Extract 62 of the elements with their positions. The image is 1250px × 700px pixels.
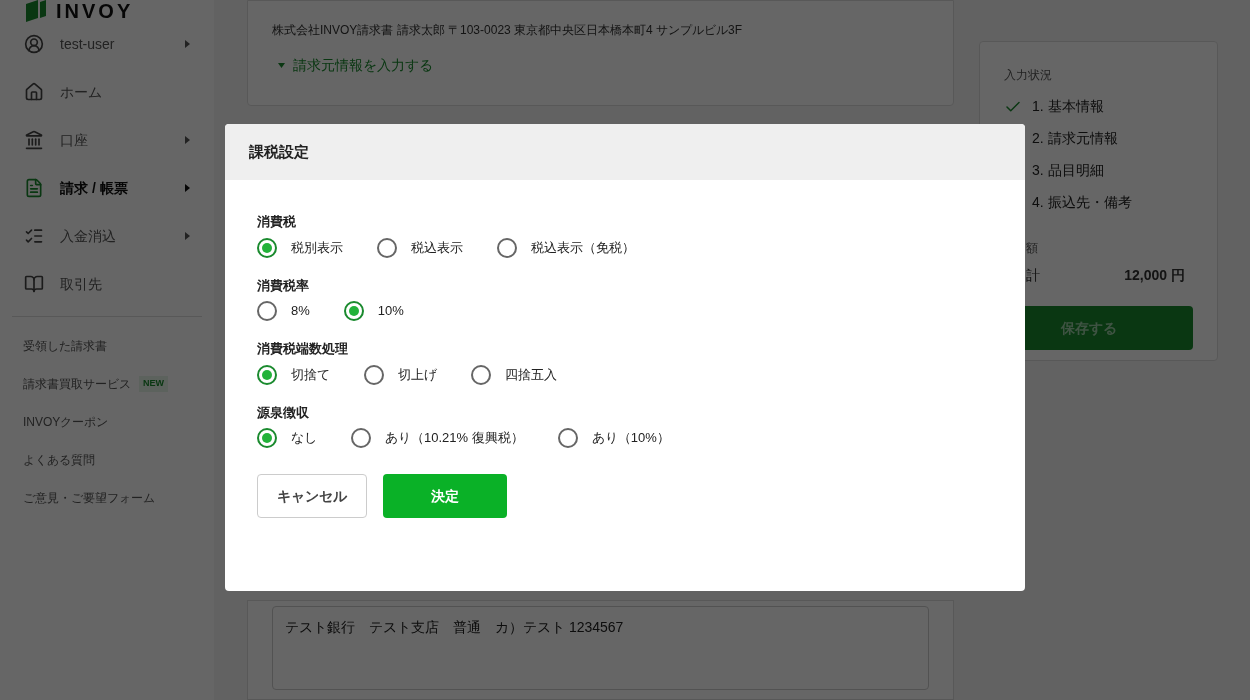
group-label: 消費税端数処理 <box>257 340 349 358</box>
notebook-icon <box>24 274 44 294</box>
new-badge: NEW <box>139 376 168 392</box>
step-label: 4. 振込先・備考 <box>1032 193 1132 212</box>
dialog-title: 課税設定 <box>249 141 309 162</box>
caret-icon <box>185 136 190 144</box>
issuer-text: 株式会社INVOY請求書 請求太郎 〒103-0023 東京都中央区日本橋本町4 サンプルビル3F <box>272 22 744 39</box>
logo-icon <box>24 0 48 22</box>
radio-button[interactable] <box>497 237 517 258</box>
caret-icon <box>185 184 190 192</box>
home-icon <box>24 82 44 102</box>
group-label: 消費税 <box>257 213 297 231</box>
document-icon <box>24 178 44 198</box>
radio-button[interactable] <box>257 428 277 448</box>
radio-label: 税込表示（免税） <box>531 238 635 257</box>
sidebar-link[interactable]: INVOYクーポン <box>23 413 109 431</box>
radio-button[interactable] <box>364 364 384 385</box>
checklist-icon <box>24 226 44 246</box>
sidebar-item[interactable]: 取引先 <box>12 260 202 308</box>
sidebar-link[interactable]: よくある質問 <box>23 451 95 469</box>
panel-title: 入力状況 <box>1004 67 1053 84</box>
total-amount: 12,000 円 <box>1124 266 1185 285</box>
radio-label: 切上げ <box>398 365 437 384</box>
sidebar-item[interactable]: test-user <box>12 20 202 68</box>
expand-link[interactable]: 請求元情報を入力する <box>278 55 433 76</box>
radio-button[interactable] <box>257 301 277 321</box>
user-icon <box>24 34 44 54</box>
caret-icon <box>278 63 285 68</box>
radio-label: 8% <box>291 302 310 321</box>
radio-button[interactable] <box>351 428 371 448</box>
radio-label: 税込表示 <box>411 238 463 257</box>
sidebar-item[interactable]: 請求 / 帳票 <box>12 164 202 212</box>
radio-label: なし <box>291 429 317 448</box>
radio-label: 10% <box>377 302 404 321</box>
cancel-button[interactable]: キャンセル <box>257 474 367 518</box>
radio-label: 切捨て <box>291 365 330 384</box>
step-label: 3. 品目明細 <box>1032 161 1104 180</box>
radio-label: 税別表示 <box>291 238 343 257</box>
radio-label: 四捨五入 <box>505 365 557 384</box>
radio-button[interactable] <box>257 237 277 258</box>
logo-text: INVOY <box>56 1 134 21</box>
step-label: 1. 基本情報 <box>1032 97 1104 116</box>
group-label: 源泉徴収 <box>257 403 310 422</box>
radio-button[interactable] <box>343 301 364 321</box>
total-heading: 額 <box>1026 240 1039 257</box>
sidebar-item[interactable]: 入金消込 <box>12 212 202 260</box>
caret-icon <box>185 40 190 48</box>
group-label: 消費税率 <box>257 276 310 295</box>
total-label: 計 <box>1026 266 1040 285</box>
radio-button[interactable] <box>471 364 491 385</box>
bank-icon <box>24 130 44 150</box>
radio-button[interactable] <box>377 237 397 258</box>
account-field[interactable]: テスト銀行 テスト支店 普通 カ）テスト 1234567 <box>272 606 929 690</box>
radio-label: あり（10.21% 復興税） <box>385 429 524 448</box>
radio-button[interactable] <box>557 428 578 448</box>
radio-button[interactable] <box>257 364 277 385</box>
confirm-button[interactable]: 決定 <box>383 474 507 518</box>
step-label: 2. 請求元情報 <box>1032 129 1118 148</box>
sidebar-link[interactable]: 請求書買取サービス <box>23 375 131 393</box>
radio-label: あり（10%） <box>591 429 670 448</box>
sidebar-item[interactable]: ホーム <box>12 68 202 116</box>
caret-icon <box>185 232 190 240</box>
